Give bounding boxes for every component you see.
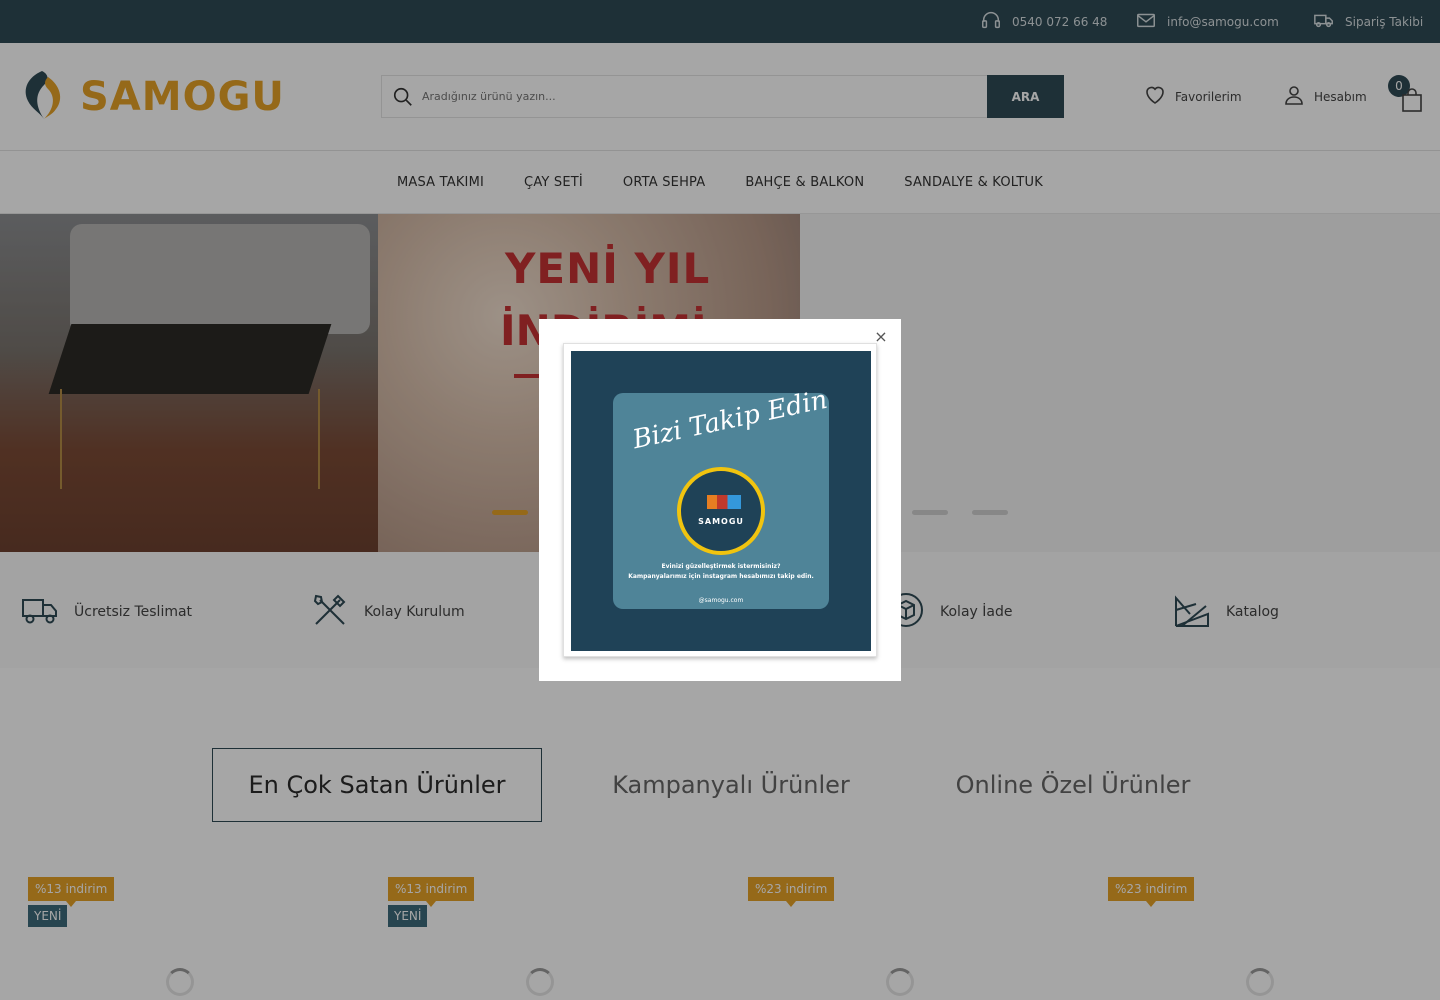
promo-brand: SAMOGU [698,517,744,526]
promo-logo-badge: SAMOGU [677,467,765,555]
bar-logo-icon [707,495,741,509]
instagram-promo-image[interactable]: Bizi Takip Edin SAMOGU Evinizi güzelleşt… [571,351,871,651]
promo-text-line1: Evinizi güzelleştirmek istermisiniz? [661,563,781,570]
promo-handle: @samogu.com [698,597,744,604]
instagram-popup: × Bizi Takip Edin SAMOGU Evinizi güzelle… [539,319,901,681]
promo-card: Bizi Takip Edin SAMOGU Evinizi güzelleşt… [613,385,830,609]
promo-text-line2: Kampanyalarımız için instagram hesabımız… [628,573,814,580]
popup-image-frame: Bizi Takip Edin SAMOGU Evinizi güzelleşt… [563,343,877,657]
promo-script-title: Bizi Takip Edin [630,384,831,456]
